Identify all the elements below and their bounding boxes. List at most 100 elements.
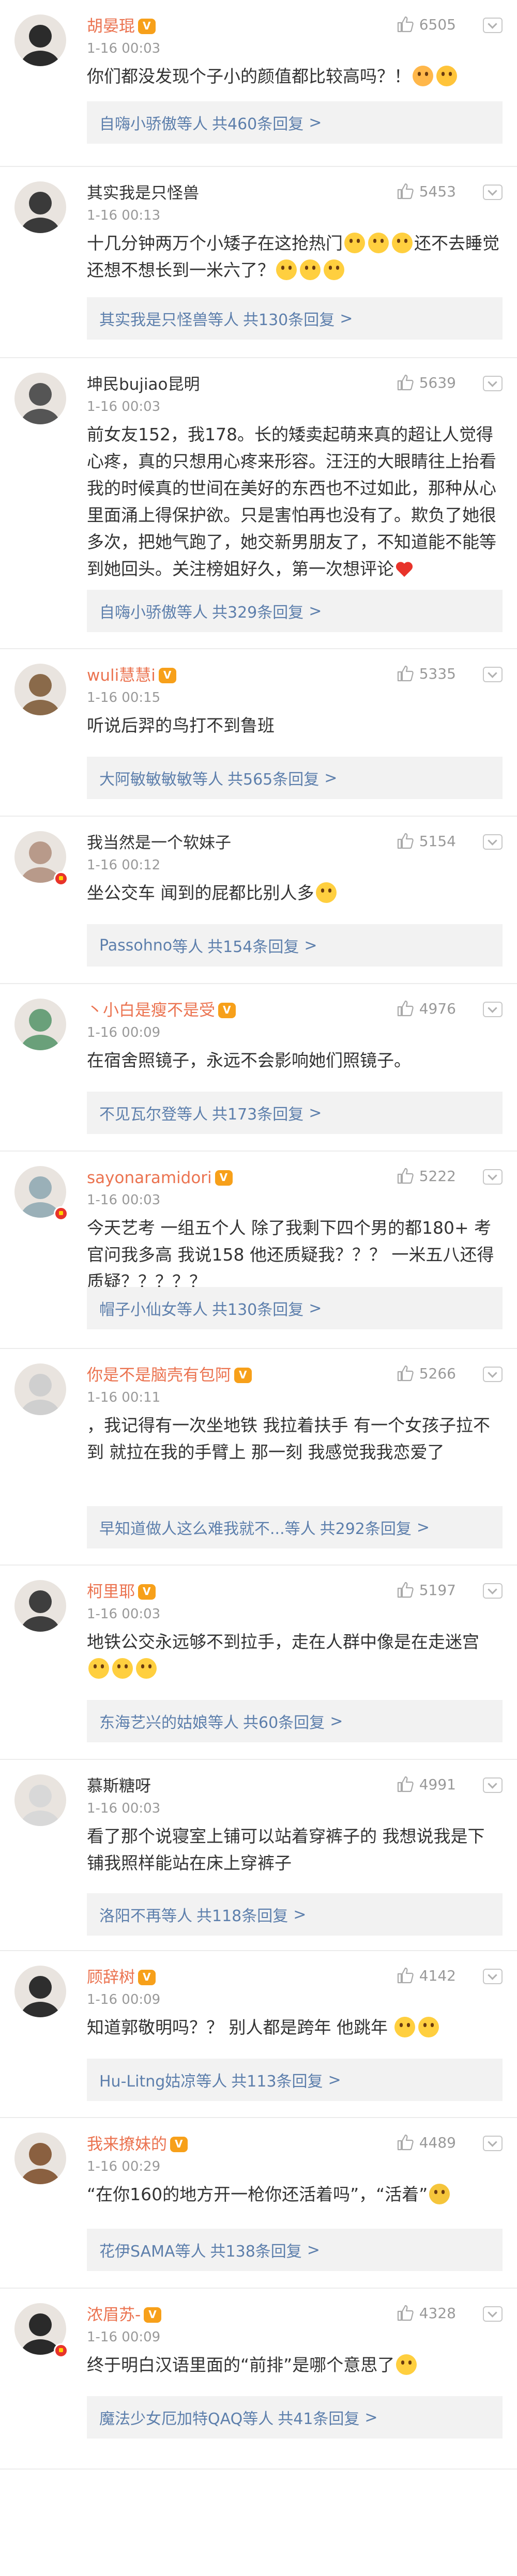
replies-link[interactable]: 魔法少女厄加特QAQ 等人 共41条回复 > <box>87 2396 503 2439</box>
avatar[interactable] <box>14 1774 66 1826</box>
reply-names: 早知道做人这么难我就不... <box>99 1520 285 1538</box>
username[interactable]: wuli慧慧i <box>87 666 156 685</box>
username[interactable]: 柯里耶 <box>87 1582 135 1602</box>
username[interactable]: 顾辞树 <box>87 1968 135 1987</box>
comment-item: 我来撩妹的 1-16 00:29 4489 “在你160的地方开一枪你还活着吗”，“活… <box>0 2118 517 2289</box>
thumbs-up-icon <box>397 16 414 33</box>
like-button[interactable]: 5639 <box>397 374 456 391</box>
avatar[interactable] <box>14 14 66 66</box>
avatar[interactable] <box>14 2133 66 2184</box>
replies-link[interactable]: 东海艺兴的姑娘 等人 共60条回复 > <box>87 1700 503 1742</box>
replies-link[interactable]: 帽子小仙女 等人 共130条回复 > <box>87 1287 503 1329</box>
more-options-chevron-icon[interactable] <box>483 667 503 682</box>
more-options-chevron-icon[interactable] <box>483 1583 503 1599</box>
member-crown-icon <box>138 1970 156 1985</box>
replies-link[interactable]: Hu-Litng姑凉 等人 共113条回复 > <box>87 2059 503 2101</box>
username[interactable]: 我当然是一个软妹子 <box>87 833 231 853</box>
more-options-chevron-icon[interactable] <box>483 2306 503 2322</box>
replies-link[interactable]: 花伊SAMA 等人 共138条回复 > <box>87 2229 503 2271</box>
reply-names: 大阿敏敏敏敏 <box>99 771 192 789</box>
username[interactable]: 胡晏琨 <box>87 17 135 36</box>
like-count: 4976 <box>419 1000 456 1017</box>
avatar[interactable] <box>14 1363 66 1415</box>
comment-text: 前女友152，我178。长的矮卖起萌来真的超让人觉得心疼，真的只想用心疼来形容。… <box>87 421 500 582</box>
smile-emoji-icon <box>136 1658 157 1679</box>
more-options-chevron-icon[interactable] <box>483 1002 503 1017</box>
reply-count: 共60条回复 <box>243 1714 325 1732</box>
replies-link[interactable]: 早知道做人这么难我就不... 等人 共292条回复 > <box>87 1506 503 1548</box>
like-button[interactable]: 6505 <box>397 16 456 33</box>
avatar[interactable] <box>14 664 66 715</box>
username[interactable]: 浓眉苏- <box>87 2305 141 2325</box>
reply-names: Hu-Litng姑凉 <box>99 2073 196 2091</box>
more-options-chevron-icon[interactable] <box>483 1169 503 1185</box>
username[interactable]: 丶小白是瘦不是受 <box>87 1001 215 1020</box>
comment-item: sayonaramidori 1-16 00:03 5222 今天艺考 一组五个人 除… <box>0 1152 517 1349</box>
like-button[interactable]: 5222 <box>397 1167 456 1185</box>
smile-emoji-icon <box>88 1658 109 1679</box>
like-count: 5222 <box>419 1167 456 1185</box>
member-crown-icon <box>158 668 176 683</box>
comment-text: 看了那个说寝室上铺可以站着穿裤子的 我想说我是下铺我照样能站在床上穿裤子 <box>87 1823 500 1877</box>
avatar[interactable] <box>14 1580 66 1632</box>
comment-list: 胡晏琨 1-16 00:03 6505 你们都没发现个子小的颜值都比较高吗？！ 自嗨小骄… <box>0 0 517 2470</box>
like-button[interactable]: 5335 <box>397 665 456 682</box>
like-button[interactable]: 5453 <box>397 182 456 200</box>
reply-names: 洛阳不再 <box>99 1907 161 1925</box>
username[interactable]: sayonaramidori <box>87 1168 212 1188</box>
like-button[interactable]: 4991 <box>397 1775 456 1793</box>
more-options-chevron-icon[interactable] <box>483 1777 503 1793</box>
like-button[interactable]: 4142 <box>397 1967 456 1984</box>
more-options-chevron-icon[interactable] <box>483 185 503 200</box>
avatar[interactable] <box>14 181 66 233</box>
thumbs-up-icon <box>397 1365 414 1382</box>
more-options-chevron-icon[interactable] <box>483 376 503 391</box>
more-options-chevron-icon[interactable] <box>483 18 503 33</box>
more-options-chevron-icon[interactable] <box>483 834 503 850</box>
reply-suffix: 等人 <box>284 1520 316 1538</box>
replies-link[interactable]: 自嗨小骄傲 等人 共329条回复 > <box>87 590 503 632</box>
username[interactable]: 慕斯糖呀 <box>87 1776 151 1796</box>
replies-link[interactable]: 其实我是只怪兽 等人 共130条回复 > <box>87 297 503 340</box>
username[interactable]: 我来撩妹的 <box>87 2135 167 2154</box>
replies-link[interactable]: 大阿敏敏敏敏 等人 共565条回复 > <box>87 757 503 799</box>
reply-suffix: 等人 <box>196 2073 227 2091</box>
replies-link[interactable]: 自嗨小骄傲 等人 共460条回复 > <box>87 101 503 144</box>
like-count: 5639 <box>419 374 456 391</box>
more-options-chevron-icon[interactable] <box>483 1367 503 1382</box>
comment-text-segment: 听说后羿的鸟打不到鲁班 <box>87 715 275 735</box>
like-count: 5453 <box>419 182 456 200</box>
avatar[interactable] <box>14 999 66 1050</box>
like-button[interactable]: 4328 <box>397 2304 456 2322</box>
name-row: 顾辞树 <box>87 1968 156 1987</box>
like-button[interactable]: 5266 <box>397 1364 456 1382</box>
replies-link[interactable]: Passohno 等人 共154条回复 > <box>87 924 503 967</box>
comment-text: 知道郭敬明吗？？ 别人都是跨年 他跳年 <box>87 2014 500 2041</box>
member-crown-icon <box>144 2307 162 2323</box>
username[interactable]: 其实我是只怪兽 <box>87 183 199 203</box>
chevron-right-icon: > <box>309 602 322 620</box>
more-options-chevron-icon[interactable] <box>483 1969 503 1984</box>
avatar[interactable] <box>14 373 66 424</box>
replies-link[interactable]: 不见瓦尔登 等人 共173条回复 > <box>87 1092 503 1134</box>
comment-item: 柯里耶 1-16 00:03 5197 地铁公交永远够不到拉手，走在人群中像是在走迷宫… <box>0 1566 517 1760</box>
reply-count: 共41条回复 <box>278 2410 360 2428</box>
username[interactable]: 你是不是脑壳有包阿 <box>87 1366 231 1385</box>
chevron-right-icon: > <box>309 113 322 132</box>
like-button[interactable]: 5197 <box>397 1581 456 1599</box>
comment-text-segment: 在宿舍照镜子，永远不会影响她们照镜子。 <box>87 1050 411 1070</box>
avatar[interactable] <box>14 1966 66 2017</box>
username[interactable]: 坤民bujiao昆明 <box>87 375 200 394</box>
like-button[interactable]: 5154 <box>397 832 456 850</box>
replies-link[interactable]: 洛阳不再 等人 共118条回复 > <box>87 1893 503 1936</box>
reply-count: 共173条回复 <box>212 1106 304 1124</box>
comment-text-segment: 你们都没发现个子小的颜值都比较高吗？！ <box>87 66 411 86</box>
avatar-image <box>14 373 66 424</box>
like-button[interactable]: 4489 <box>397 2134 456 2151</box>
chevron-right-icon: > <box>293 1905 307 1924</box>
reply-suffix: 等人 <box>208 311 239 329</box>
more-options-chevron-icon[interactable] <box>483 2136 503 2151</box>
comment-time: 1-16 00:13 <box>87 208 161 223</box>
reply-suffix: 等人 <box>192 771 223 789</box>
like-button[interactable]: 4976 <box>397 1000 456 1017</box>
